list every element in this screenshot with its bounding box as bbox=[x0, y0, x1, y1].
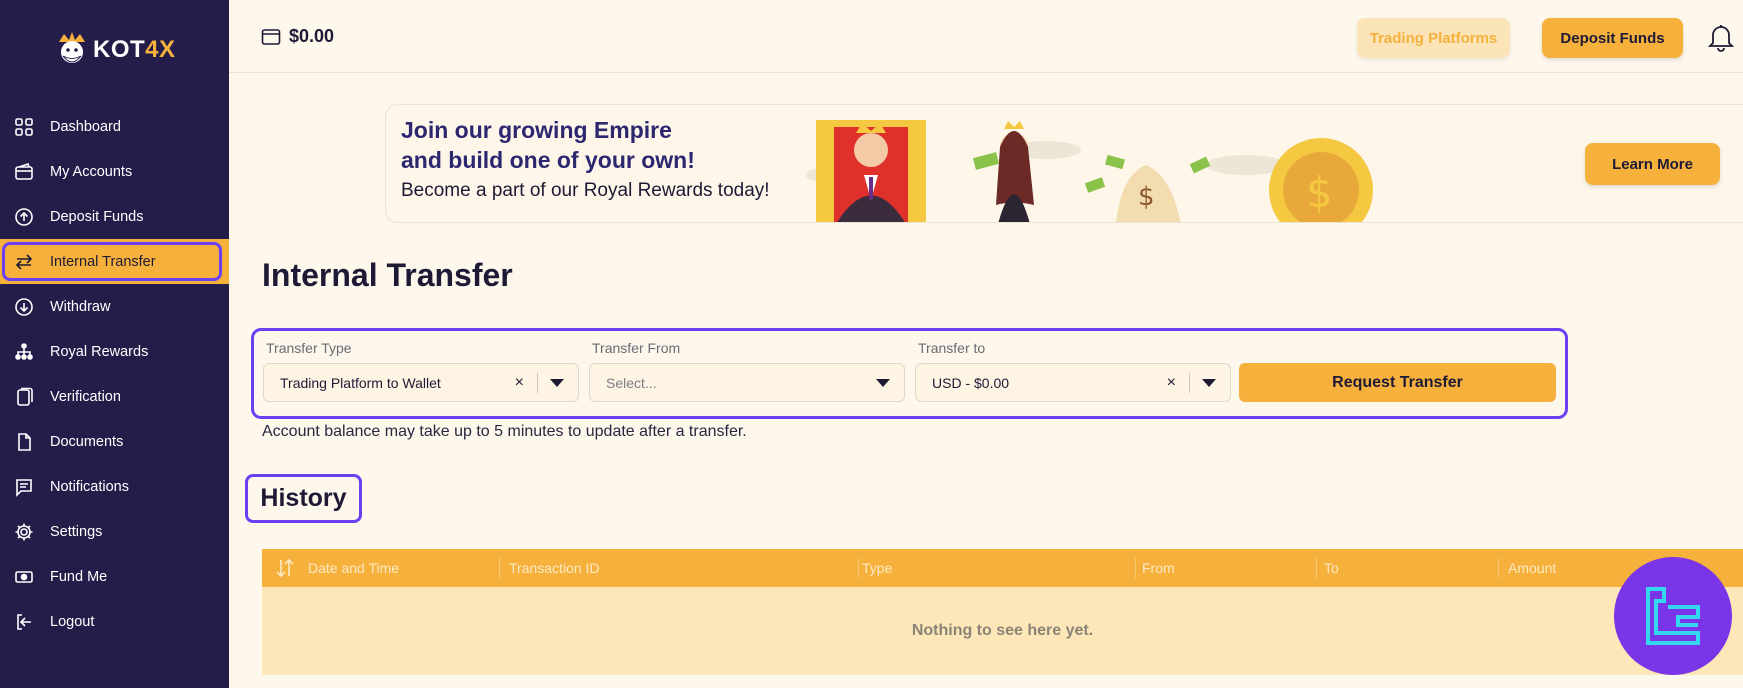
sidebar-item-label: Fund Me bbox=[50, 568, 108, 585]
transfer-to-select[interactable]: USD - $0.00 × bbox=[915, 363, 1231, 402]
banner-title: Join our growing Empire and build one of… bbox=[401, 117, 695, 173]
transfer-type-select[interactable]: Trading Platform to Wallet × bbox=[263, 363, 579, 402]
highlight-frame bbox=[2, 242, 222, 281]
sidebar-item-label: Deposit Funds bbox=[50, 208, 144, 225]
sidebar-item-label: Settings bbox=[50, 523, 103, 540]
sidebar-item-label: Royal Rewards bbox=[50, 343, 149, 360]
column-divider bbox=[1498, 558, 1499, 578]
gear-icon bbox=[14, 522, 34, 542]
transfer-arrows-icon bbox=[14, 252, 34, 272]
select-divider bbox=[1189, 373, 1190, 393]
transfer-from-placeholder: Select... bbox=[606, 374, 657, 391]
svg-text:$: $ bbox=[1306, 168, 1333, 217]
column-header-type[interactable]: Type bbox=[862, 549, 892, 587]
sidebar-item-documents[interactable]: Documents bbox=[0, 419, 229, 464]
trading-platforms-button[interactable]: Trading Platforms bbox=[1357, 18, 1510, 58]
history-heading: History bbox=[245, 474, 362, 523]
transfer-from-select[interactable]: Select... bbox=[589, 363, 905, 402]
learn-more-button[interactable]: Learn More bbox=[1585, 143, 1720, 185]
select-divider bbox=[537, 373, 538, 393]
column-divider bbox=[858, 558, 859, 578]
transfer-to-label: Transfer to bbox=[918, 340, 986, 356]
banner-illustration: $ $ bbox=[806, 120, 1373, 222]
transfer-type-label: Transfer Type bbox=[266, 340, 352, 356]
sidebar-item-withdraw[interactable]: Withdraw bbox=[0, 284, 229, 329]
chevron-down-icon[interactable] bbox=[550, 379, 564, 387]
sidebar-item-my-accounts[interactable]: My Accounts bbox=[0, 149, 229, 194]
wallet-icon bbox=[14, 162, 34, 182]
sort-icon[interactable] bbox=[274, 557, 296, 579]
tradingfinder-watermark-icon bbox=[1614, 557, 1732, 675]
cash-icon bbox=[14, 567, 34, 587]
sidebar-item-label: My Accounts bbox=[50, 163, 133, 180]
column-header-date[interactable]: Date and Time bbox=[308, 549, 399, 587]
king-mascot-icon bbox=[55, 30, 89, 70]
clear-icon[interactable]: × bbox=[1167, 374, 1176, 392]
chat-icon bbox=[14, 477, 34, 497]
hierarchy-icon bbox=[14, 342, 34, 362]
sidebar-item-settings[interactable]: Settings bbox=[0, 509, 229, 554]
sidebar-item-deposit-funds[interactable]: Deposit Funds bbox=[0, 194, 229, 239]
column-divider bbox=[1316, 558, 1317, 578]
bell-icon[interactable] bbox=[1707, 22, 1735, 52]
transfer-from-label: Transfer From bbox=[592, 340, 681, 356]
wallet-icon bbox=[261, 28, 281, 45]
logo-text: KOT4X bbox=[93, 36, 176, 63]
topbar: $0.00 Trading Platforms Deposit Funds bbox=[229, 0, 1743, 73]
history-empty-state: Nothing to see here yet. bbox=[262, 587, 1743, 675]
column-header-to[interactable]: To bbox=[1324, 549, 1339, 587]
request-transfer-button[interactable]: Request Transfer bbox=[1239, 363, 1556, 402]
history-table-header: Date and Time Transaction ID Type From T… bbox=[262, 549, 1743, 587]
logout-icon bbox=[14, 612, 34, 632]
sidebar-item-internal-transfer[interactable]: Internal Transfer bbox=[0, 239, 229, 284]
sidebar-item-fund-me[interactable]: Fund Me bbox=[0, 554, 229, 599]
page-title: Internal Transfer bbox=[262, 257, 513, 293]
column-header-amount[interactable]: Amount bbox=[1508, 549, 1556, 587]
wallet-balance[interactable]: $0.00 bbox=[261, 26, 334, 47]
transfer-to-value: USD - $0.00 bbox=[932, 374, 1010, 391]
clear-icon[interactable]: × bbox=[515, 374, 524, 392]
sidebar: KOT4X Dashboard My Accounts Deposit Fund… bbox=[0, 0, 229, 688]
balance-amount: $0.00 bbox=[289, 26, 335, 46]
sidebar-item-dashboard[interactable]: Dashboard bbox=[0, 104, 229, 149]
sidebar-item-label: Notifications bbox=[50, 478, 129, 495]
sidebar-item-label: Documents bbox=[50, 433, 124, 450]
column-divider bbox=[1135, 558, 1136, 578]
file-icon bbox=[14, 432, 34, 452]
document-copy-icon bbox=[14, 387, 34, 407]
chevron-down-icon[interactable] bbox=[876, 379, 890, 387]
svg-text:$: $ bbox=[1138, 182, 1155, 212]
sidebar-item-label: Verification bbox=[50, 388, 121, 405]
sidebar-item-label: Logout bbox=[50, 613, 95, 630]
deposit-funds-button[interactable]: Deposit Funds bbox=[1542, 18, 1683, 58]
balance-update-note: Account balance may take up to 5 minutes… bbox=[262, 423, 747, 440]
chevron-down-icon[interactable] bbox=[1202, 379, 1216, 387]
sidebar-item-label: Withdraw bbox=[50, 298, 111, 315]
sidebar-item-royal-rewards[interactable]: Royal Rewards bbox=[0, 329, 229, 374]
arrow-up-circle-icon bbox=[14, 207, 34, 227]
grid-icon bbox=[14, 117, 34, 137]
kot4x-logo[interactable]: KOT4X bbox=[55, 30, 176, 70]
column-header-transaction-id[interactable]: Transaction ID bbox=[509, 549, 600, 587]
sidebar-nav: Dashboard My Accounts Deposit Funds Inte… bbox=[0, 104, 229, 644]
promo-banner: Join our growing Empire and build one of… bbox=[385, 104, 1743, 223]
banner-subtitle: Become a part of our Royal Rewards today… bbox=[401, 180, 770, 201]
column-divider bbox=[499, 558, 500, 578]
sidebar-item-verification[interactable]: Verification bbox=[0, 374, 229, 419]
sidebar-item-notifications[interactable]: Notifications bbox=[0, 464, 229, 509]
sidebar-item-logout[interactable]: Logout bbox=[0, 599, 229, 644]
transfer-type-value: Trading Platform to Wallet bbox=[280, 374, 441, 391]
sidebar-item-label: Dashboard bbox=[50, 118, 121, 135]
arrow-down-circle-icon bbox=[14, 297, 34, 317]
column-header-from[interactable]: From bbox=[1142, 549, 1175, 587]
